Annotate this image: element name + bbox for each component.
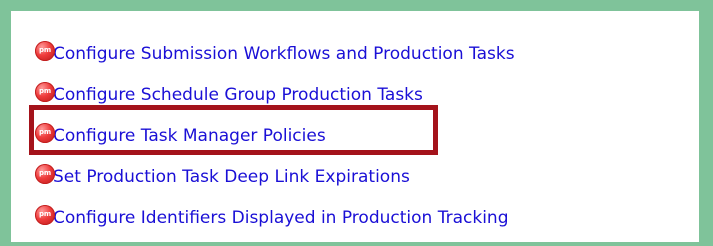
- link-label[interactable]: Configure Task Manager Policies: [53, 126, 326, 146]
- pm-icon-label: pm: [39, 210, 51, 218]
- pm-icon-label: pm: [39, 169, 51, 177]
- link-configure-submission-workflows[interactable]: pm Configure Submission Workflows and Pr…: [35, 33, 515, 74]
- pm-icon: pm: [35, 204, 55, 225]
- link-label[interactable]: Configure Schedule Group Production Task…: [53, 85, 423, 105]
- pm-icon: pm: [35, 122, 55, 143]
- link-set-deep-link-expirations[interactable]: pm Set Production Task Deep Link Expirat…: [35, 156, 515, 197]
- link-label[interactable]: Set Production Task Deep Link Expiration…: [53, 167, 410, 187]
- link-label[interactable]: Configure Submission Workflows and Produ…: [53, 44, 515, 64]
- pm-icon-label: pm: [39, 128, 51, 136]
- link-configure-task-manager-policies[interactable]: pm Configure Task Manager Policies: [35, 115, 515, 156]
- pm-icon-label: pm: [39, 87, 51, 95]
- pm-icon: pm: [35, 81, 55, 102]
- link-configure-identifiers-displayed[interactable]: pm Configure Identifiers Displayed in Pr…: [35, 197, 515, 238]
- pm-icon-label: pm: [39, 46, 51, 54]
- link-configure-schedule-group-tasks[interactable]: pm Configure Schedule Group Production T…: [35, 74, 515, 115]
- admin-link-list: pm Configure Submission Workflows and Pr…: [35, 33, 515, 238]
- pm-icon: pm: [35, 40, 55, 61]
- pm-icon: pm: [35, 163, 55, 184]
- link-label[interactable]: Configure Identifiers Displayed in Produ…: [53, 208, 508, 228]
- panel-frame: pm Configure Submission Workflows and Pr…: [0, 0, 713, 246]
